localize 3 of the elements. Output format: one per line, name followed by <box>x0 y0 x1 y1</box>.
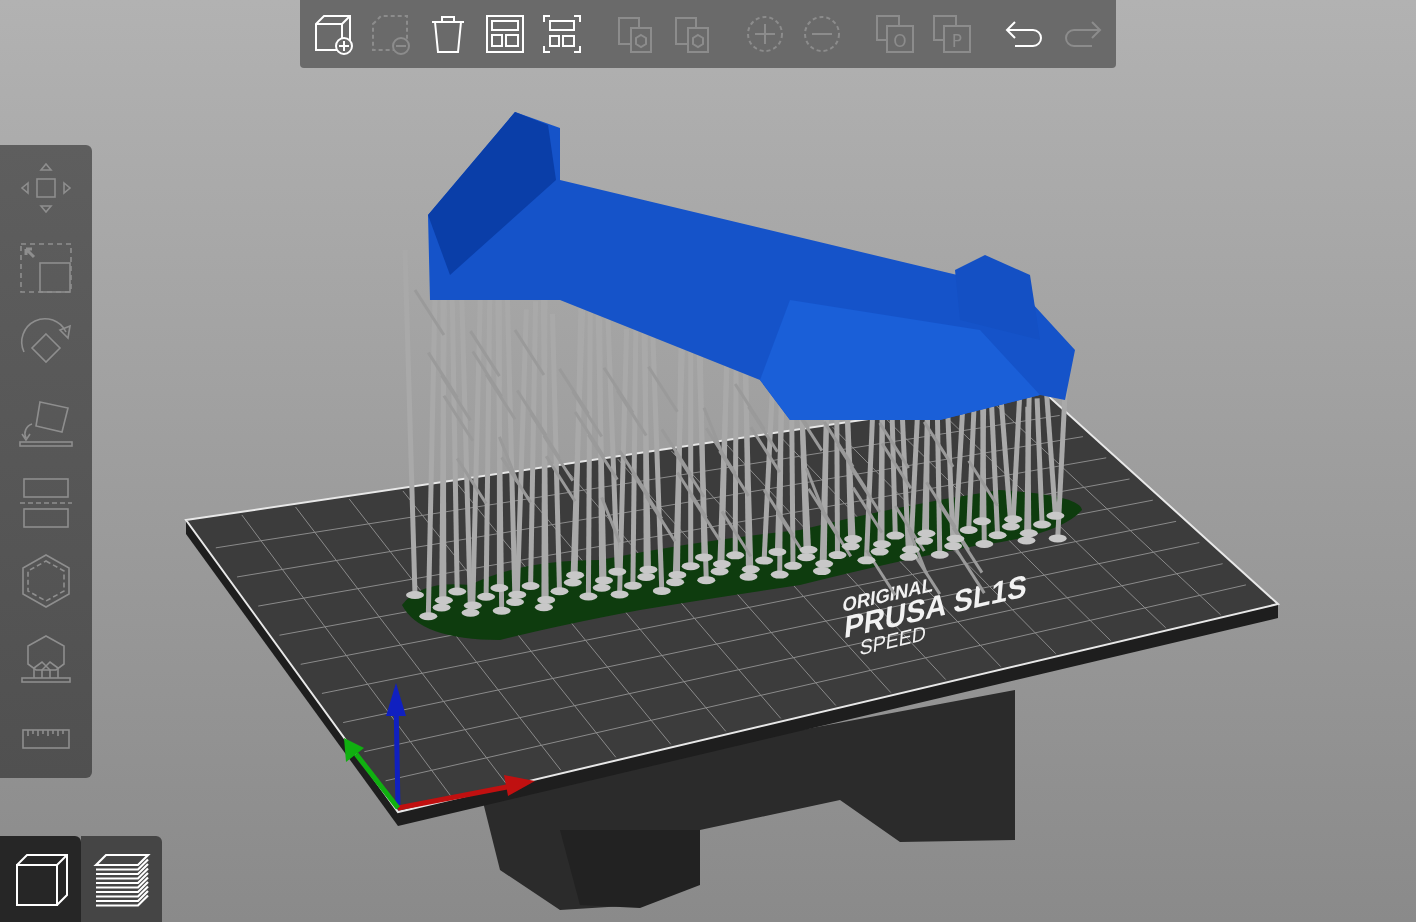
preview-tab[interactable] <box>81 836 162 922</box>
3d-view-tab[interactable] <box>0 836 81 922</box>
y-axis-arrow <box>344 738 400 810</box>
